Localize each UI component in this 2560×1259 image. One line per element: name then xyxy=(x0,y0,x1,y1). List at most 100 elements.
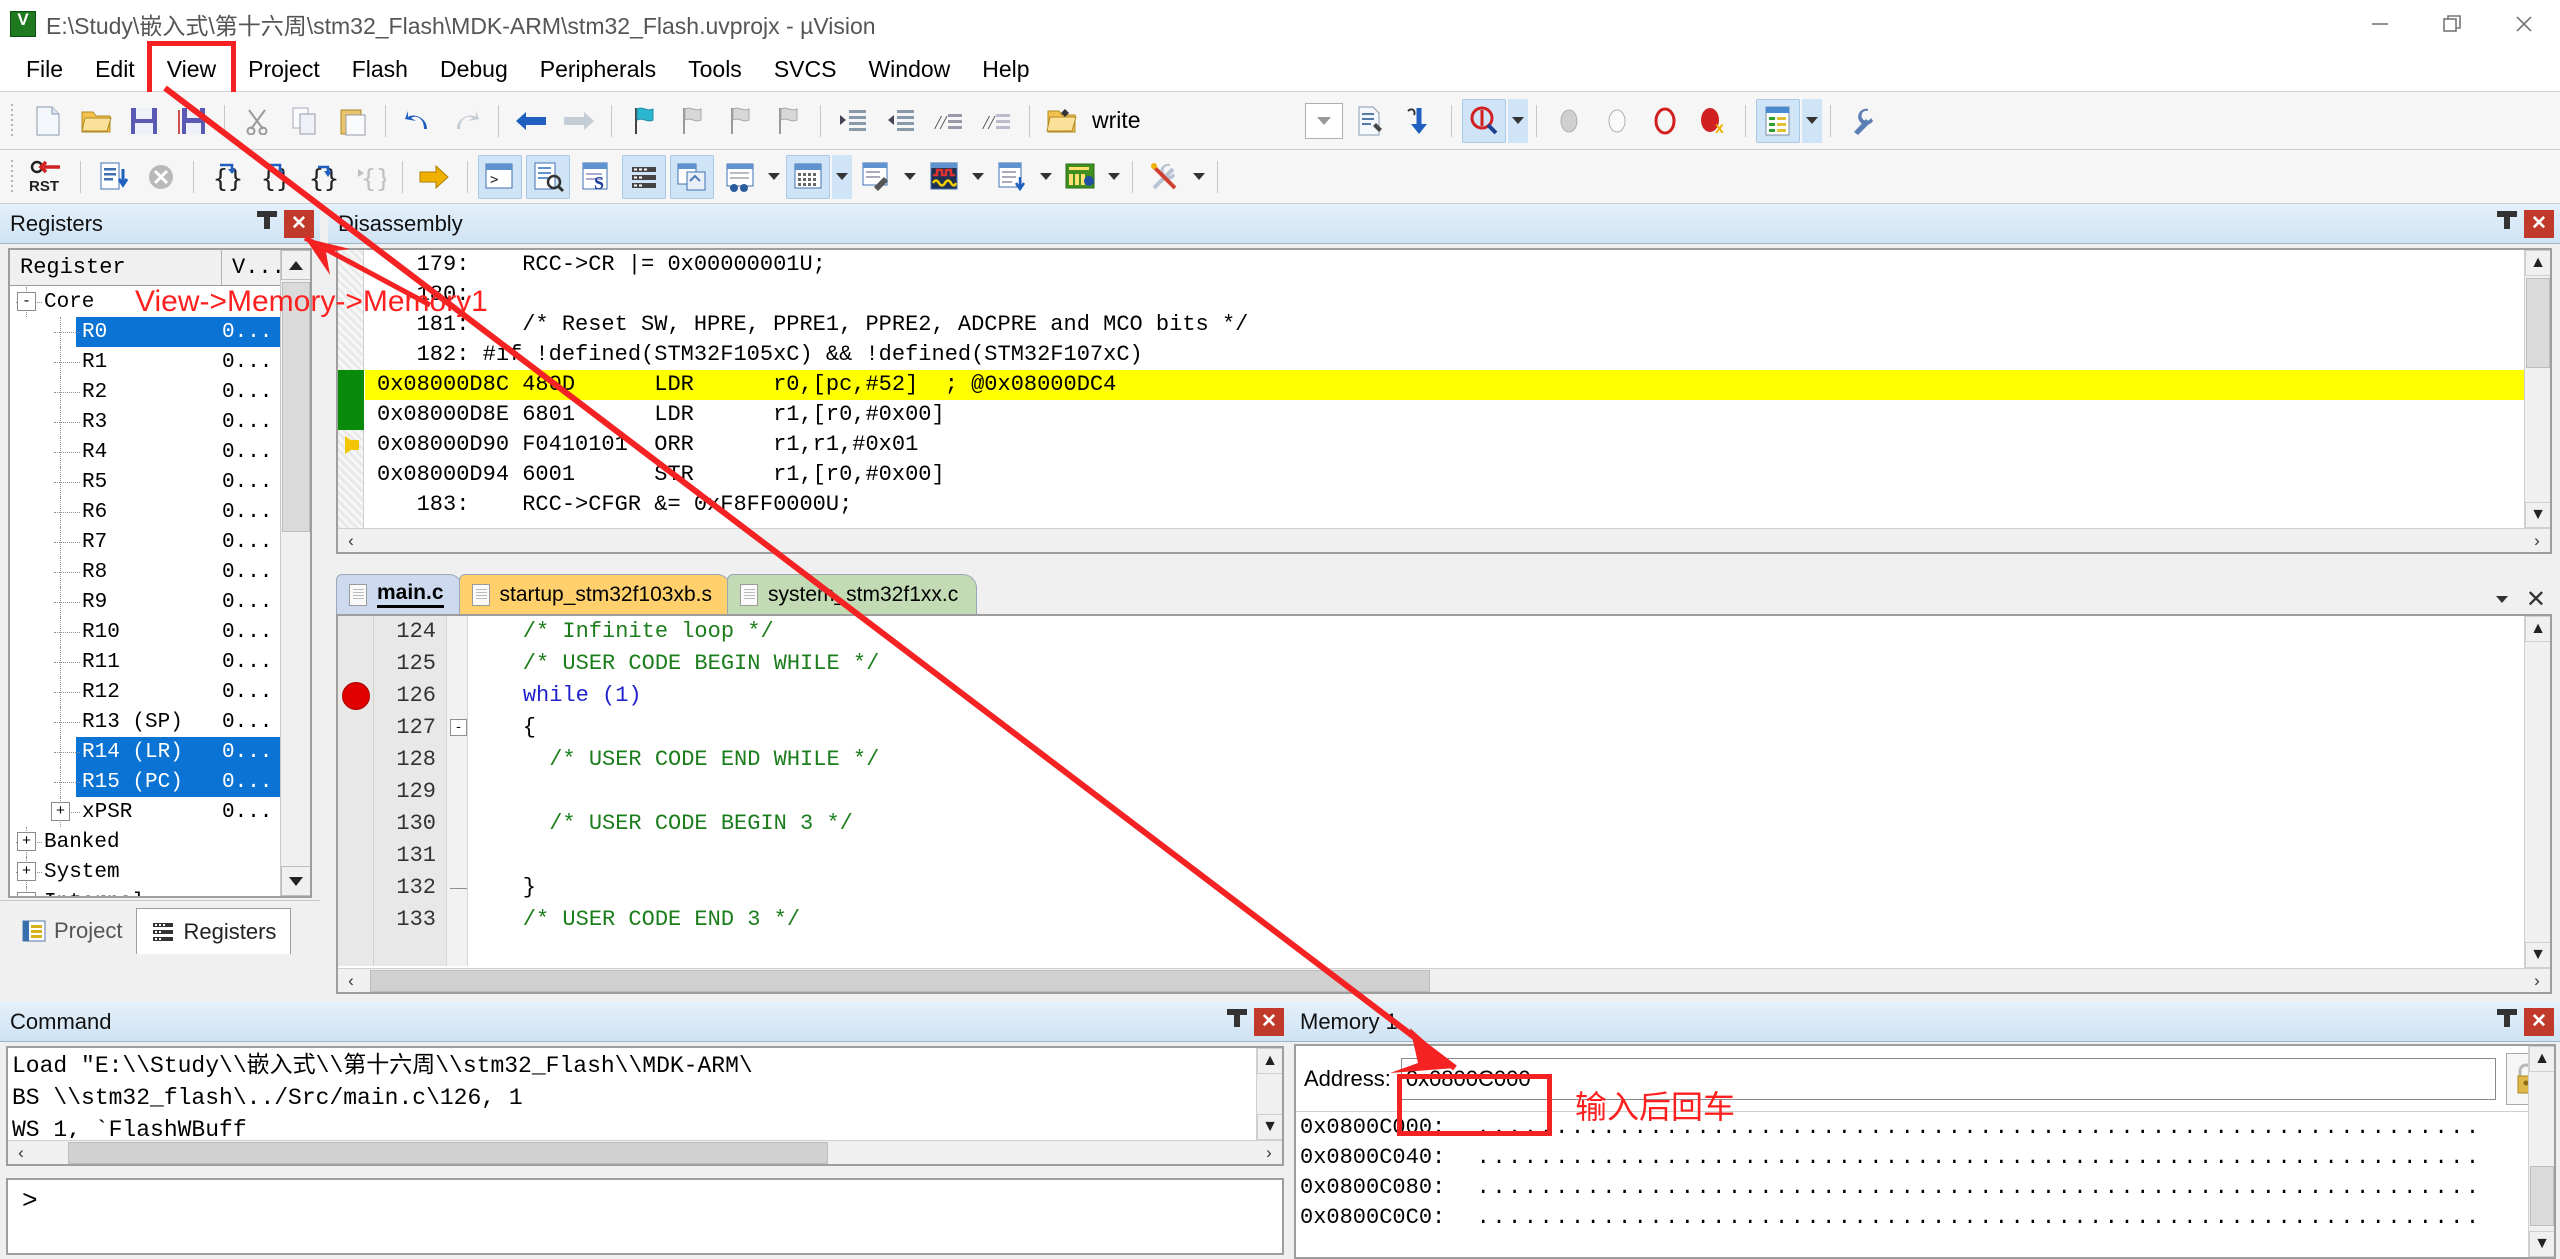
scroll-right-icon[interactable]: › xyxy=(2524,969,2550,993)
register-row[interactable]: R13 (SP)0... xyxy=(10,707,280,737)
command-output[interactable]: Load "E:\\Study\\嵌入式\\第十六周\\stm32_Flash\… xyxy=(6,1046,1284,1166)
code-fold-gutter[interactable]: - xyxy=(446,616,468,966)
editor-tablist-chevron-icon[interactable] xyxy=(2496,596,2508,603)
code-line[interactable] xyxy=(470,776,2524,808)
registers-tree[interactable]: -CoreR00...R10...R20...R30...R40...R50..… xyxy=(10,287,280,896)
command-window-icon[interactable]: > xyxy=(478,155,522,199)
menu-file[interactable]: File xyxy=(10,50,79,89)
expand-icon[interactable]: + xyxy=(51,802,70,821)
register-row[interactable]: R110... xyxy=(10,647,280,677)
bookmark-toggle-icon[interactable] xyxy=(622,99,666,143)
registers-window-icon[interactable] xyxy=(622,155,666,199)
system-analyzer-icon[interactable] xyxy=(1058,155,1102,199)
close-icon[interactable] xyxy=(2488,0,2560,48)
stop-icon[interactable] xyxy=(139,155,183,199)
pin-icon[interactable] xyxy=(256,211,278,237)
code-line[interactable]: while (1) xyxy=(470,680,2524,712)
editor-close-icon[interactable]: ✕ xyxy=(2526,585,2546,614)
logic-analyzer-chevron-icon[interactable] xyxy=(968,155,988,199)
register-row[interactable]: R120... xyxy=(10,677,280,707)
register-row[interactable]: R90... xyxy=(10,587,280,617)
command-vscrollbar[interactable]: ▲ ▼ xyxy=(1256,1048,1282,1140)
manage-runtime-icon[interactable] xyxy=(1397,99,1441,143)
menu-debug[interactable]: Debug xyxy=(424,50,524,89)
register-row[interactable]: R10... xyxy=(10,347,280,377)
close-icon[interactable]: ✕ xyxy=(1254,1008,1284,1036)
register-row[interactable]: -Internal xyxy=(10,887,280,896)
hscroll-track[interactable] xyxy=(34,1141,1256,1165)
close-icon[interactable]: ✕ xyxy=(284,210,314,238)
menu-window[interactable]: Window xyxy=(852,50,966,89)
register-row[interactable]: R15 (PC)0... xyxy=(10,767,280,797)
register-row[interactable]: R14 (LR)0... xyxy=(10,737,280,767)
bookmark-clear-icon[interactable] xyxy=(766,99,810,143)
bookmark-next-icon[interactable] xyxy=(718,99,762,143)
scroll-down-icon[interactable]: ▼ xyxy=(2525,502,2551,528)
disassembly-line[interactable]: 182: #if !defined(STM32F105xC) && !defin… xyxy=(365,340,2524,370)
call-stack-window-icon[interactable] xyxy=(670,155,714,199)
pin-icon[interactable] xyxy=(2496,1009,2518,1035)
target-selector-dropdown[interactable] xyxy=(1305,103,1343,139)
scroll-right-icon[interactable]: › xyxy=(1256,1141,1282,1165)
disassembly-gutter[interactable] xyxy=(338,250,364,528)
scroll-down-icon[interactable] xyxy=(281,866,311,896)
code-line[interactable] xyxy=(470,840,2524,872)
debug-options-chevron-icon[interactable] xyxy=(1508,99,1528,143)
debug-settings-icon[interactable] xyxy=(1143,155,1187,199)
configuration-wizard-icon[interactable] xyxy=(1756,99,1800,143)
code-line[interactable]: /* USER CODE END WHILE */ xyxy=(470,744,2524,776)
run-to-cursor-icon[interactable]: {} xyxy=(348,155,392,199)
options-wrench-icon[interactable] xyxy=(1841,99,1885,143)
collapse-icon[interactable]: - xyxy=(17,892,36,896)
command-input[interactable]: > xyxy=(6,1178,1284,1255)
disassembly-line[interactable]: 181: /* Reset SW, HPRE, PPRE1, PPRE2, AD… xyxy=(365,310,2524,340)
editor-tab-system-c[interactable]: system_stm32f1xx.c xyxy=(727,574,977,614)
scroll-up-icon[interactable]: ▲ xyxy=(2525,616,2551,642)
breakpoint-toggle-icon[interactable] xyxy=(1643,99,1687,143)
register-row[interactable]: R50... xyxy=(10,467,280,497)
step-into-icon[interactable]: {} xyxy=(204,155,248,199)
expand-icon[interactable]: + xyxy=(17,832,36,851)
expand-icon[interactable]: + xyxy=(17,862,36,881)
insert-bookmark-a-icon[interactable] xyxy=(1547,99,1591,143)
paste-icon[interactable] xyxy=(331,99,375,143)
register-row[interactable]: R60... xyxy=(10,497,280,527)
scroll-up-icon[interactable] xyxy=(281,250,311,280)
reset-cpu-icon[interactable]: RST xyxy=(26,155,70,199)
scroll-up-icon[interactable]: ▲ xyxy=(1257,1048,1283,1074)
indent-left-icon[interactable] xyxy=(879,99,923,143)
memory-window-icon[interactable] xyxy=(786,155,830,199)
disassembly-line[interactable]: 0x08000D8E 6801 LDR r1,[r0,#0x00] xyxy=(365,400,2524,430)
menu-view[interactable]: View xyxy=(151,50,232,89)
build-target-folder-icon[interactable] xyxy=(1040,99,1084,143)
register-row[interactable]: R40... xyxy=(10,437,280,467)
menu-svcs[interactable]: SVCS xyxy=(758,50,853,89)
menu-flash[interactable]: Flash xyxy=(336,50,424,89)
system-analyzer-chevron-icon[interactable] xyxy=(1104,155,1124,199)
register-row[interactable]: +Banked xyxy=(10,827,280,857)
debug-toolbar-grip[interactable] xyxy=(8,160,18,194)
scroll-left-icon[interactable]: ‹ xyxy=(8,1141,34,1165)
navigate-back-icon[interactable] xyxy=(509,99,553,143)
disassembly-window-icon[interactable] xyxy=(526,155,570,199)
tab-project[interactable]: Project xyxy=(8,908,136,954)
toolbar-grip[interactable] xyxy=(8,104,18,138)
editor-tab-main-c[interactable]: main.c xyxy=(336,574,463,614)
memory-address-input[interactable]: 0x0800C000 xyxy=(1401,1058,2496,1100)
disassembly-lines[interactable]: 179: RCC->CR |= 0x00000001U; 180: 181: /… xyxy=(365,250,2524,528)
disassembly-line[interactable]: 180: xyxy=(365,280,2524,310)
scroll-down-icon[interactable]: ▼ xyxy=(1257,1114,1283,1140)
kill-all-breakpoints-icon[interactable]: x xyxy=(1691,99,1735,143)
register-row[interactable]: -Core xyxy=(10,287,280,317)
disassembly-hscrollbar[interactable]: ‹ › xyxy=(338,528,2550,552)
insert-bookmark-b-icon[interactable] xyxy=(1595,99,1639,143)
disassembly-scroll-thumb[interactable] xyxy=(2526,278,2550,368)
code-line[interactable]: /* USER CODE END 3 */ xyxy=(470,904,2524,936)
open-file-icon[interactable] xyxy=(74,99,118,143)
trace-window-icon[interactable] xyxy=(990,155,1034,199)
editor-code-area[interactable]: /* Infinite loop */ /* USER CODE BEGIN W… xyxy=(470,616,2524,966)
memory-chevron-icon[interactable] xyxy=(832,155,852,199)
menu-tools[interactable]: Tools xyxy=(672,50,758,89)
copy-icon[interactable] xyxy=(283,99,327,143)
code-line[interactable]: /* USER CODE BEGIN WHILE */ xyxy=(470,648,2524,680)
